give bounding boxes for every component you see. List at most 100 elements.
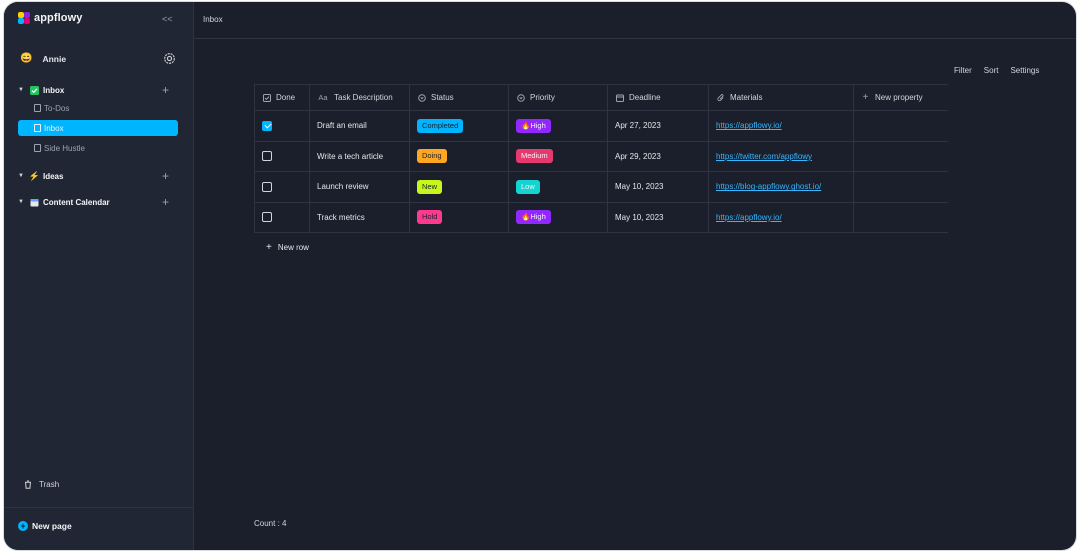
task-text: Write a tech article (317, 151, 384, 161)
trash-label: Trash (39, 480, 60, 489)
checkbox-icon (262, 93, 271, 102)
avatar: 😄 (20, 53, 33, 64)
new-page-label: New page (32, 521, 72, 531)
new-row-label: New row (277, 243, 309, 252)
settings-button[interactable]: Settings (1010, 66, 1039, 75)
table-row[interactable]: Write a tech article Doing Medium Apr 29, 2… (254, 141, 948, 172)
sidebar-item-todos[interactable]: To-Dos (18, 100, 178, 116)
deadline-text: May 10, 2023 (615, 212, 664, 222)
column-header-label: Task Description (334, 93, 393, 102)
caret-down-icon[interactable]: ▼ (18, 87, 30, 93)
plus-icon: + (862, 92, 869, 103)
collapse-sidebar-icon[interactable]: << (162, 14, 173, 24)
task-text: Launch review (317, 182, 369, 192)
done-checkbox[interactable] (262, 212, 272, 223)
database-grid: Done Aa Task Description Status Priority… (254, 84, 948, 233)
task-text: Draft an email (317, 121, 367, 131)
sidebar-item-label: To-Dos (44, 103, 70, 113)
materials-link[interactable]: https://twitter.com/appflowy (716, 152, 812, 161)
new-page-button[interactable]: + New page (18, 521, 72, 531)
deadline-cell[interactable]: May 10, 2023 (608, 172, 709, 202)
task-description-cell[interactable]: Launch review (310, 172, 410, 202)
top-bar: Inbox (194, 2, 1076, 39)
divider (4, 507, 194, 508)
app-window: appflowy << 😄 Annie ▼ Inbox + To-Dos Inb… (4, 2, 1076, 550)
user-name: Annie (42, 54, 67, 64)
materials-link[interactable]: https://appflowy.io/ (716, 121, 782, 130)
done-cell[interactable] (254, 172, 310, 202)
materials-cell[interactable]: https://blog-appflowy.ghost.io/ (709, 172, 854, 202)
column-header-priority[interactable]: Priority (509, 85, 608, 110)
status-cell[interactable]: Doing (410, 141, 509, 171)
new-row-button[interactable]: + New row (266, 242, 309, 253)
status-cell[interactable]: Hold (410, 202, 509, 232)
add-page-button[interactable]: + (162, 84, 169, 96)
done-cell[interactable] (254, 202, 310, 232)
filter-button[interactable]: Filter (954, 66, 972, 75)
new-property-button[interactable]: + New property (854, 85, 948, 110)
materials-cell[interactable]: https://twitter.com/appflowy (709, 141, 854, 171)
column-header-label: Deadline (629, 93, 661, 102)
column-header-label: Done (276, 93, 296, 102)
status-cell[interactable]: Completed (410, 111, 509, 141)
deadline-cell[interactable]: Apr 27, 2023 (608, 111, 709, 141)
priority-cell[interactable]: Medium (509, 141, 608, 171)
materials-cell[interactable]: https://appflowy.io/ (709, 202, 854, 232)
plus-icon: + (18, 521, 28, 531)
trash-button[interactable]: Trash (24, 480, 59, 489)
priority-tag: 🔥High (516, 210, 551, 225)
column-header-task-description[interactable]: Aa Task Description (310, 85, 410, 110)
status-tag: New (417, 179, 443, 194)
done-cell[interactable] (254, 141, 310, 171)
table-row[interactable]: Launch review New Low May 10, 2023 https://b… (254, 172, 948, 203)
priority-cell[interactable]: 🔥High (509, 202, 608, 232)
task-text: Track metrics (317, 212, 365, 222)
select-icon (417, 93, 426, 102)
task-description-cell[interactable]: Track metrics (310, 202, 410, 232)
sidebar-item-side-hustle[interactable]: Side Hustle (18, 140, 178, 156)
column-header-materials[interactable]: Materials (709, 85, 854, 110)
sidebar-item-ideas[interactable]: ▼ ⚡ Ideas (18, 168, 63, 184)
deadline-cell[interactable]: May 10, 2023 (608, 202, 709, 232)
done-checkbox[interactable] (262, 120, 272, 131)
column-header-deadline[interactable]: Deadline (608, 85, 709, 110)
app-logo: appflowy (18, 12, 82, 24)
add-page-button[interactable]: + (162, 196, 169, 208)
user-row[interactable]: 😄 Annie (20, 52, 176, 66)
table-row[interactable]: Draft an email Completed 🔥High Apr 27, 2023… (254, 111, 948, 142)
table-row[interactable]: Track metrics Hold 🔥High May 10, 2023 https:… (254, 202, 948, 233)
deadline-text: Apr 29, 2023 (615, 151, 661, 161)
sidebar-item-content-calendar[interactable]: ▼ Content Calendar (18, 194, 110, 210)
calendar-icon (615, 93, 624, 102)
sidebar-item-inbox-page[interactable]: Inbox (18, 120, 178, 136)
caret-down-icon[interactable]: ▼ (18, 199, 30, 205)
settings-icon[interactable] (163, 52, 176, 65)
priority-cell[interactable]: 🔥High (509, 111, 608, 141)
attachment-icon (716, 93, 725, 102)
column-header-status[interactable]: Status (410, 85, 509, 110)
materials-link[interactable]: https://blog-appflowy.ghost.io/ (716, 182, 821, 191)
breadcrumb[interactable]: Inbox (203, 15, 223, 24)
column-header-done[interactable]: Done (254, 85, 310, 110)
priority-cell[interactable]: Low (509, 172, 608, 202)
sort-button[interactable]: Sort (984, 66, 999, 75)
task-description-cell[interactable]: Write a tech article (310, 141, 410, 171)
sidebar-item-label: Side Hustle (44, 143, 85, 153)
materials-link[interactable]: https://appflowy.io/ (716, 213, 782, 222)
task-description-cell[interactable]: Draft an email (310, 111, 410, 141)
document-icon (34, 144, 41, 152)
done-checkbox[interactable] (262, 181, 272, 192)
column-header-label: Priority (530, 93, 555, 102)
deadline-cell[interactable]: Apr 29, 2023 (608, 141, 709, 171)
checkbox-icon (30, 85, 39, 95)
status-cell[interactable]: New (410, 172, 509, 202)
deadline-text: May 10, 2023 (615, 182, 664, 192)
status-tag: Hold (417, 210, 443, 225)
grid-body: Draft an email Completed 🔥High Apr 27, 2023… (254, 111, 948, 233)
materials-cell[interactable]: https://appflowy.io/ (709, 111, 854, 141)
sidebar-item-inbox[interactable]: ▼ Inbox (18, 82, 64, 98)
add-page-button[interactable]: + (162, 170, 169, 182)
document-icon (34, 104, 41, 112)
done-cell[interactable] (254, 111, 310, 141)
done-checkbox[interactable] (262, 151, 272, 162)
